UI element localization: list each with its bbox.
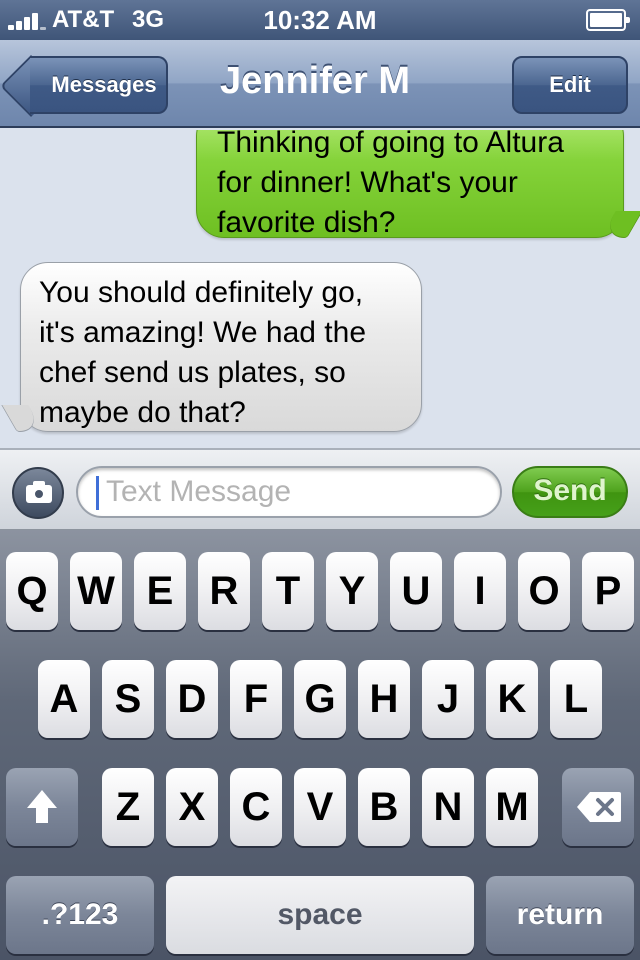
camera-button[interactable] (12, 467, 64, 519)
status-bar: AT&T 3G 10:32 AM (0, 0, 640, 40)
message-line: favorite dish? (217, 206, 396, 239)
edit-button[interactable]: Edit (512, 56, 628, 114)
key-e[interactable]: E (134, 552, 186, 630)
key-r[interactable]: R (198, 552, 250, 630)
shift-arrow-icon (27, 790, 57, 823)
conversation-view[interactable]: Thinking of going to Altura for dinner! … (0, 130, 640, 448)
key-c[interactable]: C (230, 768, 282, 846)
message-line: You should definitely go, (39, 276, 364, 309)
message-composer: Send (0, 448, 640, 530)
key-k[interactable]: K (486, 660, 538, 738)
messages-back-button[interactable]: Messages (30, 56, 168, 114)
text-cursor (96, 476, 99, 510)
key-m[interactable]: M (486, 768, 538, 846)
key-b[interactable]: B (358, 768, 410, 846)
key-g[interactable]: G (294, 660, 346, 738)
key-v[interactable]: V (294, 768, 346, 846)
message-line: it's amazing! We had the (39, 316, 367, 349)
message-line: chef send us plates, so (39, 356, 346, 389)
message-line: maybe do that? (39, 396, 246, 429)
key-a[interactable]: A (38, 660, 90, 738)
backspace-icon (577, 792, 621, 822)
key-t[interactable]: T (262, 552, 314, 630)
key-p[interactable]: P (582, 552, 634, 630)
back-button-wrapper: Messages (0, 40, 200, 128)
keyboard: Q W E R T Y U I O P A S D F G H J K L Z … (0, 530, 640, 960)
shift-key[interactable] (6, 768, 78, 846)
message-line: for dinner! What's your (217, 166, 518, 199)
text-message-input[interactable] (76, 466, 502, 518)
key-q[interactable]: Q (6, 552, 58, 630)
key-n[interactable]: N (422, 768, 474, 846)
space-key[interactable]: space (166, 876, 474, 954)
navigation-bar: Messages Jennifer M Edit (0, 40, 640, 128)
outgoing-message-bubble[interactable]: Thinking of going to Altura for dinner! … (196, 130, 624, 239)
send-button[interactable]: Send (512, 466, 628, 518)
key-l[interactable]: L (550, 660, 602, 738)
incoming-message-bubble[interactable]: You should definitely go, it's amazing! … (20, 262, 422, 432)
key-u[interactable]: U (390, 552, 442, 630)
message-line: Thinking of going to Altura (217, 130, 564, 159)
key-h[interactable]: H (358, 660, 410, 738)
key-j[interactable]: J (422, 660, 474, 738)
key-f[interactable]: F (230, 660, 282, 738)
return-key[interactable]: return (486, 876, 634, 954)
key-s[interactable]: S (102, 660, 154, 738)
key-x[interactable]: X (166, 768, 218, 846)
key-z[interactable]: Z (102, 768, 154, 846)
key-y[interactable]: Y (326, 552, 378, 630)
delete-key[interactable] (562, 768, 634, 846)
key-o[interactable]: O (518, 552, 570, 630)
numbers-key[interactable]: .?123 (6, 876, 154, 954)
status-time: 10:32 AM (263, 5, 377, 35)
key-w[interactable]: W (70, 552, 122, 630)
key-d[interactable]: D (166, 660, 218, 738)
key-i[interactable]: I (454, 552, 506, 630)
battery-icon (586, 9, 630, 31)
